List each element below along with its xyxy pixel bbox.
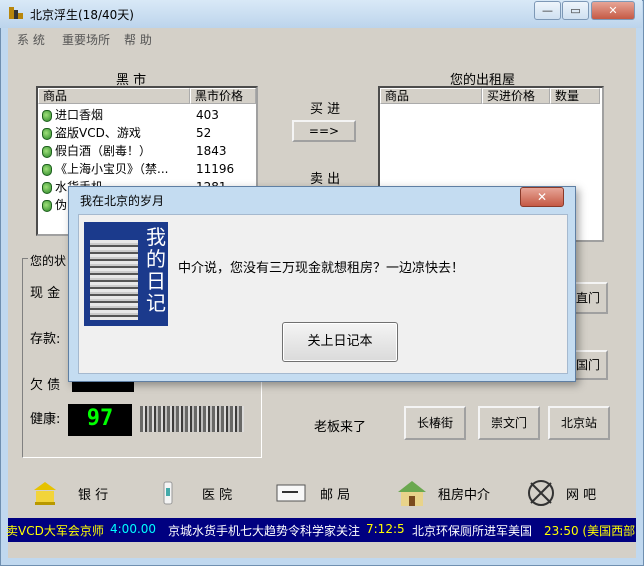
location-button-changchunjie[interactable]: 长椿街 [404, 406, 466, 440]
list-item[interactable]: 《上海小宝贝》（禁... [42, 160, 168, 178]
close-button[interactable]: ✕ [591, 1, 635, 20]
cash-label: 现 金 [30, 286, 61, 301]
close-diary-button[interactable]: 关上日记本 [282, 322, 398, 362]
bank-button[interactable]: 银 行 [28, 474, 132, 512]
ticker-item: 7:12:5 [366, 522, 405, 536]
column-header-quantity[interactable]: 数量 [550, 88, 600, 104]
hospital-icon [158, 480, 178, 506]
health-bar-image [140, 406, 244, 432]
maximize-button[interactable]: ▭ [562, 1, 589, 20]
ticker-item: 卖VCD大军会京师 [6, 524, 104, 538]
column-header-buy-price[interactable]: 买进价格 [482, 88, 550, 104]
buy-label: 买 进 [310, 102, 341, 117]
list-item[interactable]: 假白酒（剧毒！） [42, 142, 151, 160]
app-icon [8, 5, 24, 21]
list-item-price: 11196 [196, 162, 235, 176]
money-bag-icon [42, 145, 52, 158]
minimize-button[interactable]: — [534, 1, 561, 20]
diary-newspaper-image [90, 240, 138, 320]
money-bag-icon [42, 163, 52, 176]
post-office-button[interactable]: 邮 局 [270, 474, 374, 512]
dialog-message: 中介说，您没有三万现金就想租房？一边凉快去！ [178, 261, 465, 276]
health-display: 97 [68, 404, 132, 436]
deposit-label: 存款: [30, 332, 61, 347]
network-icon [526, 478, 556, 508]
column-header-black-price[interactable]: 黑市价格 [190, 88, 256, 104]
list-item[interactable]: 盗版VCD、游戏 [42, 124, 141, 142]
money-bag-icon [42, 181, 52, 194]
dialog-close-button[interactable]: ✕ [520, 187, 564, 207]
internet-cafe-button[interactable]: 网 吧 [520, 474, 624, 512]
money-bag-icon [42, 127, 52, 140]
health-label: 健康: [30, 412, 61, 427]
window-title: 北京浮生(18/40天) [30, 8, 134, 22]
rental-agency-button[interactable]: 租房中介 [392, 474, 502, 512]
location-button-beijing-station[interactable]: 北京站 [548, 406, 610, 440]
list-item-price: 52 [196, 126, 212, 140]
house-icon [396, 478, 428, 508]
ticker-item: 4:00.00 [110, 522, 157, 536]
menu-help[interactable]: 帮 助 [124, 31, 152, 48]
boss-coming-label: 老板来了 [314, 420, 367, 435]
diary-image-caption: 我的日记 [146, 225, 166, 315]
hospital-button[interactable]: 医 院 [150, 474, 254, 512]
dialog-title: 我在北京的岁月 [80, 194, 165, 208]
list-item[interactable]: 伪 [42, 196, 67, 214]
list-item-price: 403 [196, 108, 219, 122]
list-item[interactable]: 进口香烟 [42, 106, 103, 124]
envelope-icon [276, 482, 306, 504]
bank-icon [32, 480, 58, 506]
buy-button[interactable]: ==> [292, 120, 356, 142]
sell-label: 卖 出 [310, 172, 341, 187]
debt-label: 欠 债 [30, 378, 61, 393]
column-header-goods[interactable]: 商品 [38, 88, 190, 104]
list-item-price: 1843 [196, 144, 227, 158]
money-bag-icon [42, 109, 52, 122]
ticker-item: 京城水货手机七大趋势令科学家关注 [168, 524, 361, 538]
money-bag-icon [42, 199, 52, 212]
menu-system[interactable]: 系 统 [17, 31, 45, 48]
location-button-chongwenmen[interactable]: 崇文门 [478, 406, 540, 440]
menu-important-places[interactable]: 重要场所 [62, 31, 110, 48]
status-group-label: 您的状 [28, 252, 69, 269]
ticker-item: 北京环保厕所进军美国 [412, 524, 533, 538]
column-header-goods[interactable]: 商品 [380, 88, 482, 104]
ticker-item: 23:50 (美国西部 [544, 524, 636, 538]
